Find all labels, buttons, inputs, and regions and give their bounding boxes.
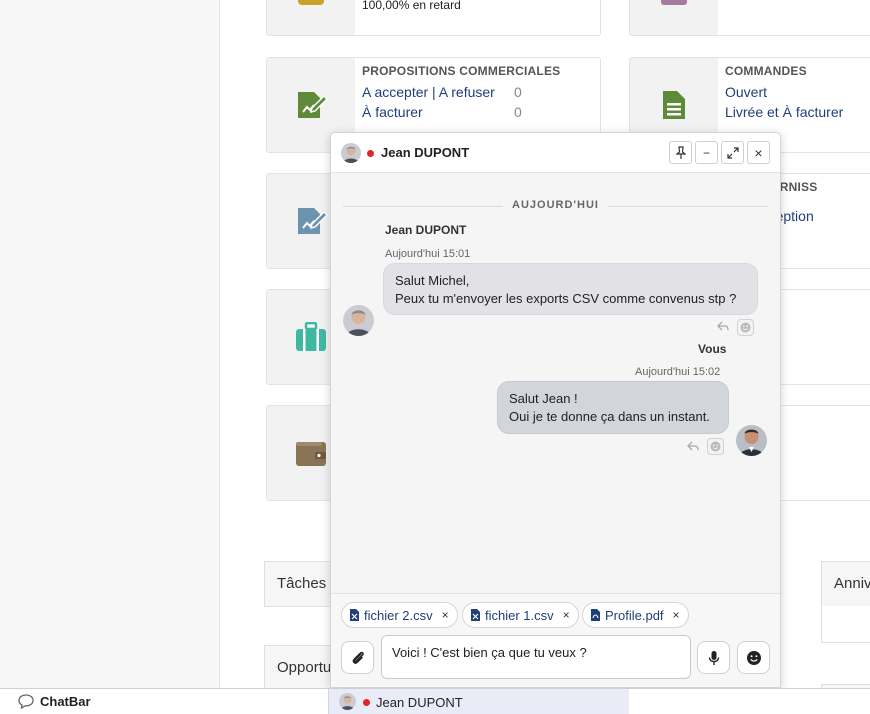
voice-record-button[interactable]	[697, 641, 730, 674]
propositions-line-accept[interactable]: A accepter | A refuser 0	[362, 82, 596, 102]
paperclip-icon	[352, 651, 364, 664]
box-propositions-content: PROPOSITIONS COMMERCIALES A accepter | A…	[362, 64, 596, 122]
attachment-chip[interactable]: fichier 2.csv ×	[341, 602, 458, 628]
file-excel-icon	[350, 609, 359, 621]
react-emoji-icon[interactable]	[737, 319, 754, 336]
message-2-line-1: Salut Jean !	[509, 391, 578, 406]
pin-button[interactable]	[669, 141, 692, 164]
message-input[interactable]: Voici ! C'est bien ça que tu veux ?	[381, 635, 691, 679]
message-1-sender: Jean DUPONT	[385, 223, 467, 237]
remove-attachment-button[interactable]: ×	[673, 608, 680, 622]
invoice-icon	[661, 0, 687, 5]
message-1-bubble[interactable]: Salut Michel, Peux tu m'envoyer les expo…	[383, 263, 758, 315]
box-top-left-icon-area	[267, 0, 355, 35]
expand-icon	[726, 146, 739, 159]
propositions-invoice-count: 0	[514, 104, 522, 120]
file-excel-icon	[471, 609, 480, 621]
message-2-sender: Vous	[698, 342, 727, 356]
attach-file-button[interactable]	[341, 641, 374, 674]
remove-attachment-button[interactable]: ×	[563, 608, 570, 622]
box-top-left-content: 100,00% en retard	[362, 0, 596, 15]
chatbar-label: ChatBar	[40, 694, 91, 709]
message-2-bubble[interactable]: Salut Jean ! Oui je te donne ça dans un …	[497, 381, 729, 434]
briefcase-icon	[296, 322, 326, 351]
chatbar-toggle[interactable]: ChatBar	[18, 694, 91, 709]
reply-icon-2[interactable]	[687, 441, 699, 454]
message-1-time: Aujourd'hui 15:01	[385, 248, 471, 260]
chatbar-tab-status-dot	[363, 699, 370, 706]
box-top-right-icon-area	[630, 0, 718, 35]
panel-anniversaries-title[interactable]: Anniv	[834, 575, 870, 592]
propositions-line-invoice-label[interactable]: À facturer	[362, 104, 423, 120]
panel-tasks-title[interactable]: Tâches	[277, 575, 326, 592]
reply-icon[interactable]	[717, 321, 729, 334]
proposal-signature-icon	[298, 92, 328, 118]
folder-icon	[298, 0, 324, 5]
box-propositions-title: PROPOSITIONS COMMERCIALES	[362, 64, 561, 78]
commandes-line-delivered[interactable]: Livrée et À facturer	[725, 102, 870, 122]
propositions-line-invoice[interactable]: À facturer 0	[362, 102, 596, 122]
smiley-icon	[746, 650, 761, 665]
message-2-avatar	[736, 425, 767, 456]
left-sidebar	[0, 0, 220, 688]
chatbar: ChatBar Jean DUPONT	[0, 688, 870, 714]
box-top-left: 100,00% en retard	[266, 0, 601, 36]
speech-bubble-icon	[18, 694, 34, 709]
expand-button[interactable]	[721, 141, 744, 164]
box-commandes-title: COMMANDES	[725, 64, 807, 78]
file-pdf-icon	[591, 609, 600, 621]
minimize-button[interactable]: −	[695, 141, 718, 164]
react-emoji-icon-2[interactable]	[707, 438, 724, 455]
chatbar-tab-name: Jean DUPONT	[376, 695, 463, 710]
message-2-time: Aujourd'hui 15:02	[635, 366, 721, 378]
attachment-chip[interactable]: Profile.pdf ×	[582, 602, 689, 628]
close-button[interactable]: ×	[747, 141, 770, 164]
message-1-line-1: Salut Michel,	[395, 273, 470, 288]
composer: Voici ! C'est bien ça que tu veux ?	[331, 629, 780, 687]
chat-header[interactable]: Jean DUPONT − ×	[331, 133, 780, 173]
attachment-name: fichier 1.csv	[485, 607, 554, 623]
attachment-name: fichier 2.csv	[364, 607, 433, 623]
microphone-icon	[708, 650, 719, 665]
message-2-line-2: Oui je te donne ça dans un instant.	[509, 409, 710, 424]
day-separator-line-right	[608, 206, 768, 207]
remove-attachment-button[interactable]: ×	[442, 608, 449, 622]
wallet-icon	[296, 442, 326, 466]
order-document-icon	[663, 91, 685, 119]
contact-avatar	[341, 143, 361, 163]
message-1-line-2: Peux tu m'envoyer les exports CSV comme …	[395, 291, 737, 306]
box-top-left-line[interactable]: 100,00% en retard	[362, 0, 596, 15]
attachment-chip[interactable]: fichier 1.csv ×	[462, 602, 579, 628]
panel-anniversaries: Anniv	[821, 561, 870, 607]
supplier-proposal-icon	[298, 208, 328, 234]
contact-name: Jean DUPONT	[381, 145, 470, 160]
propositions-accept-count: 0	[514, 84, 522, 100]
chatbar-tab-contact[interactable]: Jean DUPONT	[329, 689, 629, 714]
pin-icon	[675, 145, 686, 159]
panel-anniversaries-body	[821, 606, 870, 643]
day-separator: AUJOURD'HUI	[343, 199, 768, 213]
contact-status-dot	[367, 150, 374, 157]
box-commandes-content: COMMANDES Ouvert Livrée et À facturer	[725, 64, 870, 122]
chatbar-tab-avatar	[339, 693, 356, 710]
chat-window: Jean DUPONT − × AUJOURD'HUI Jean DUPONT …	[330, 132, 781, 688]
propositions-line-accept-label[interactable]: A accepter | A refuser	[362, 84, 495, 100]
attachment-name: Profile.pdf	[605, 607, 664, 623]
attachments-bar: fichier 2.csv × fichier 1.csv × Profile.…	[331, 593, 780, 629]
day-separator-text: AUJOURD'HUI	[512, 199, 599, 211]
panel-opportunities-title[interactable]: Opportu	[277, 659, 331, 676]
message-1-avatar	[343, 305, 374, 336]
emoji-picker-button[interactable]	[737, 641, 770, 674]
box-top-right	[629, 0, 870, 36]
commandes-line-open[interactable]: Ouvert	[725, 82, 870, 102]
